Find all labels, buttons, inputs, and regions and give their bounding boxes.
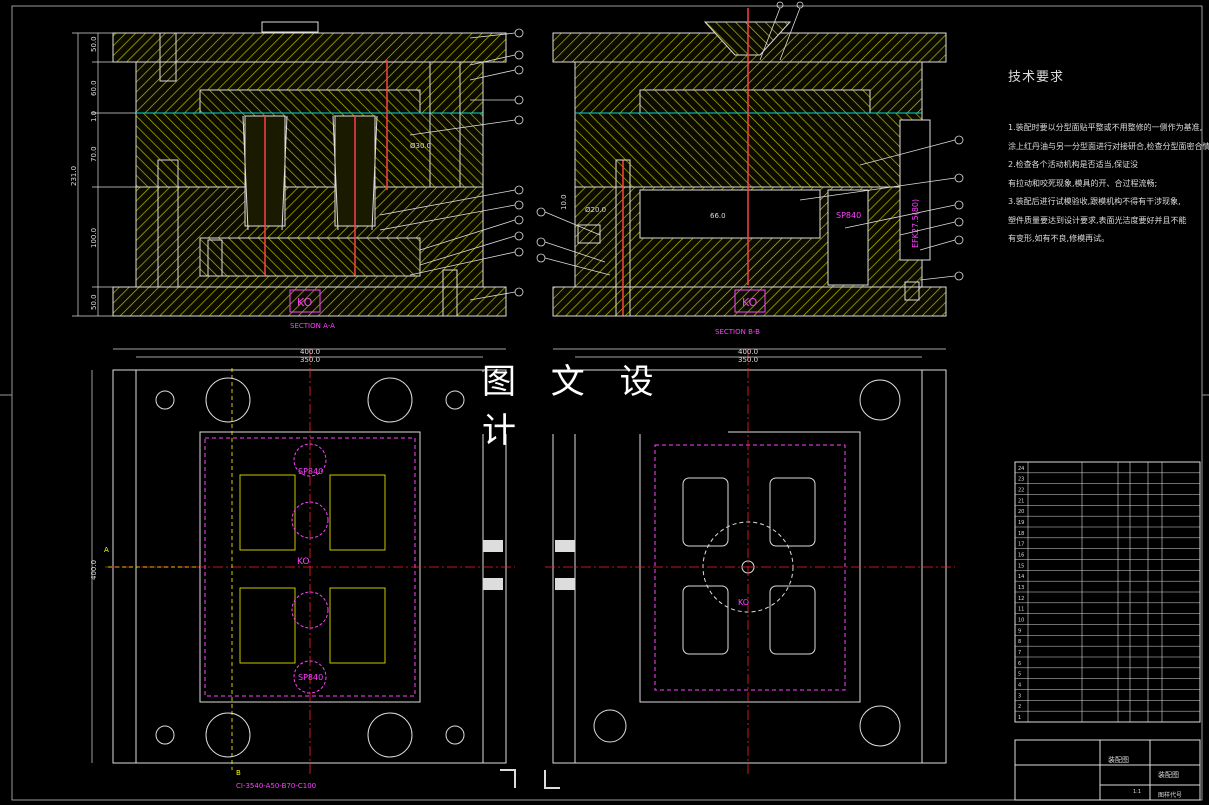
ko-label-b: KO: [742, 296, 758, 309]
drawing-code: 图样代号: [1158, 791, 1182, 799]
bom-row-number: 13: [1018, 585, 1024, 591]
dim-left-6: 50.0: [90, 294, 98, 310]
sp-label-plan-bottom: SP840: [298, 673, 323, 682]
ko-label-bb-plan: KO: [738, 598, 749, 607]
section-b-b-view[interactable]: KO SECTION B-B SP840 EFK27.5(80) Ø20.0 6…: [536, 1, 964, 336]
section-mark-a-left: A: [104, 546, 109, 554]
bom-row-number: 17: [1018, 542, 1024, 548]
bom-row-number: 24: [1018, 466, 1024, 472]
view-corner-marks: [500, 769, 560, 789]
tech-req-line: 3.装配后进行试模验收,跟模机构不得有干涉现象,: [1008, 197, 1181, 206]
bom-row-number: 8: [1018, 639, 1021, 645]
tech-req-line: 有拉动和咬死现象,模具的开、合过程流畅;: [1008, 178, 1158, 188]
tech-req-title: 技术要求: [1008, 70, 1065, 85]
bom-row-number: 4: [1018, 683, 1021, 689]
bom-row-number: 15: [1018, 563, 1024, 569]
tech-req-line: 有变形,如有不良,修模再试。: [1008, 234, 1110, 243]
dim-left-2: 60.0: [90, 80, 98, 96]
bom-row-number: 18: [1018, 531, 1024, 537]
section-a-a-view[interactable]: KO SECTION A-A Ø30.0 50.0 60.0 1.0 70.0 …: [70, 21, 524, 330]
ko-label-plan: KO: [297, 557, 310, 567]
sp-label-plan-top: SP840: [298, 467, 323, 476]
title-block[interactable]: 装配图 装配图 图样代号 1:1: [1014, 739, 1201, 801]
bom-row-number: 2: [1018, 704, 1021, 710]
ko-label-a: KO: [297, 296, 313, 309]
section-a-a-label: SECTION A-A: [290, 322, 335, 330]
section-mark-b-bottom: B: [236, 769, 241, 777]
bom-row-number: 12: [1018, 596, 1024, 602]
drawing-subtitle: 装配图: [1158, 770, 1179, 779]
bom-row-number: 5: [1018, 672, 1021, 678]
hole-dim-2: Ø20.0: [585, 206, 606, 214]
section-b-b-label: SECTION B-B: [715, 328, 760, 336]
bill-of-materials-table[interactable]: 242322212019181716151413121110987654321: [1014, 461, 1201, 723]
moving-half-plan-view[interactable]: 400.0 350.0 400.0 SP840 SP840 KO A B CI-…: [90, 348, 515, 790]
bom-row-number: 14: [1018, 574, 1024, 580]
bom-row-number: 20: [1018, 509, 1024, 515]
bom-row-number: 21: [1018, 498, 1024, 504]
dim-left-4: 70.0: [90, 146, 98, 162]
tech-req-line: 塑件质量要达到设计要求,表面光洁度要好并且不能: [1008, 215, 1187, 225]
dim-left-5: 100.0: [90, 228, 98, 248]
bom-row-number: 16: [1018, 553, 1024, 559]
bom-row-number: 11: [1018, 607, 1024, 613]
h10-dim: 10.0: [560, 194, 568, 210]
tech-req-line: 涂上红丹油与另一分型面进行对接研合,检查分型面密合情况;: [1008, 141, 1209, 151]
bom-row-number: 6: [1018, 661, 1021, 667]
bom-row-number: 7: [1018, 650, 1021, 656]
bom-row-number: 23: [1018, 477, 1024, 483]
bom-row-number: 9: [1018, 628, 1021, 634]
bom-row-number: 19: [1018, 520, 1024, 526]
dim-left-3: 1.0: [90, 111, 98, 122]
bom-row-number: 10: [1018, 618, 1024, 624]
model-spec-label: CI-3540-A50-B70-C100: [236, 782, 316, 790]
len-dim: 66.0: [710, 212, 726, 220]
technical-requirements: 技术要求 1.装配时要以分型面贴平整或不用整修的一侧作为基准, 涂上红丹油与另一…: [1008, 66, 1209, 249]
dim-left-1: 50.0: [90, 36, 98, 52]
bom-row-number: 1: [1018, 715, 1021, 721]
sp-label-b: SP840: [836, 211, 861, 220]
bom-row-number: 3: [1018, 693, 1021, 699]
hole-dim-1: Ø30.0: [410, 142, 431, 150]
dim-left-total: 231.0: [70, 166, 78, 186]
drawing-name: 装配图: [1108, 755, 1129, 764]
ek-spec-label: EFK27.5(80): [911, 199, 920, 248]
watermark-banner: 图 文 设 计: [482, 362, 728, 451]
plan-height: 400.0: [90, 560, 98, 580]
drawing-scale: 1:1: [1133, 789, 1141, 795]
tech-req-line: 1.装配时要以分型面贴平整或不用整修的一侧作为基准,: [1008, 123, 1203, 132]
bom-row-number: 22: [1018, 488, 1024, 494]
tech-req-line: 2.检查各个活动机构是否适当,保证没: [1008, 160, 1139, 169]
